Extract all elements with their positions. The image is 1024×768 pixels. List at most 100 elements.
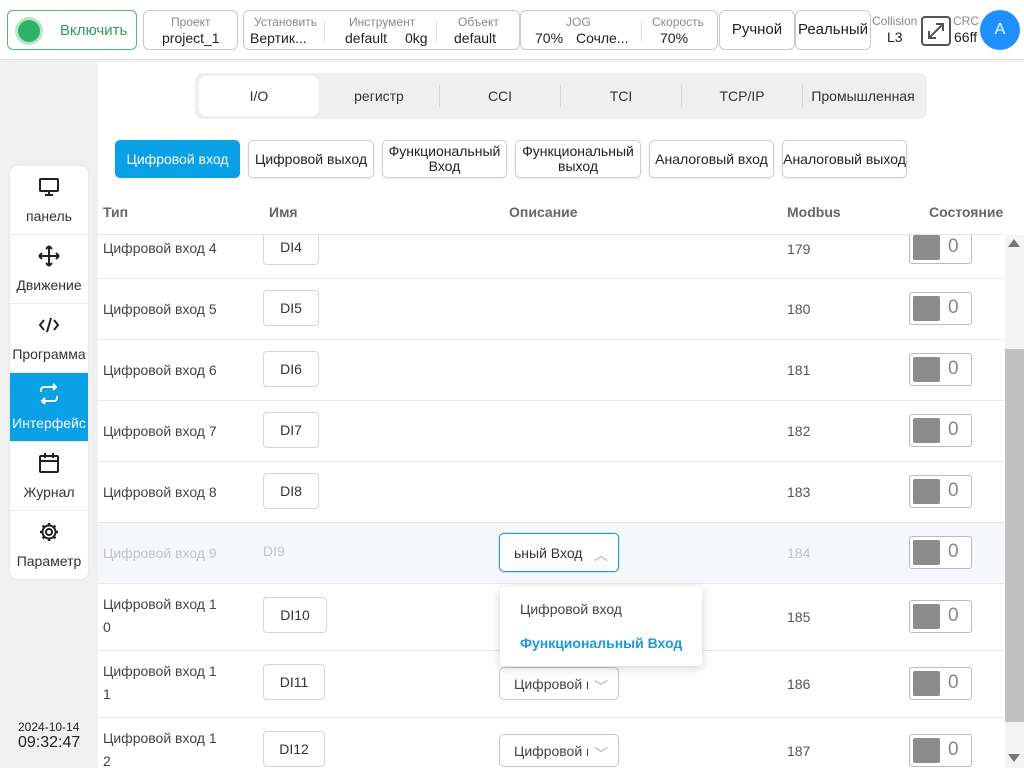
crc-label: CRC (953, 14, 979, 28)
cell-name[interactable]: DI11 (263, 664, 325, 700)
state-toggle[interactable]: 0 (909, 600, 972, 633)
cell-modbus: 183 (787, 484, 811, 500)
state-toggle[interactable]: 0 (909, 353, 972, 386)
state-toggle[interactable]: 0 (909, 414, 972, 447)
cell-name[interactable]: DI5 (263, 290, 319, 326)
state-value: 0 (948, 605, 959, 626)
cell-name[interactable]: DI12 (263, 731, 325, 767)
state-value: 0 (948, 672, 959, 693)
scroll-down-icon[interactable] (1008, 754, 1020, 762)
subtab-analog-output[interactable]: Аналоговый выход (782, 140, 907, 178)
state-value: 0 (948, 297, 959, 318)
divider (641, 21, 642, 41)
subtab-functional-input[interactable]: Функциональный Вход (382, 140, 507, 178)
clock-time: 09:32:47 (18, 734, 81, 751)
table-row: Цифровой вход 4 DI4 179 0 (98, 235, 1004, 279)
cell-name[interactable]: DI10 (263, 597, 327, 633)
jog-label: JOG (566, 15, 591, 29)
toggle-knob (913, 296, 940, 321)
state-toggle[interactable]: 0 (909, 734, 972, 767)
nav-item-panel[interactable]: панель (10, 166, 88, 235)
cell-type: Цифровой вход 5 (103, 301, 217, 317)
jog-panel[interactable]: JOG 70% Сочле... Скорость 70% (520, 10, 718, 50)
tool-value: default (345, 30, 388, 46)
subtab-analog-input[interactable]: Аналоговый вход (649, 140, 774, 178)
tab-io[interactable]: I/O (199, 76, 319, 116)
table-scrollbar[interactable] (1005, 235, 1024, 768)
config-panel[interactable]: Установить Вертик... Инструмент default … (243, 10, 520, 50)
subtab-digital-output[interactable]: Цифровой выход (248, 140, 374, 178)
cell-type: Цифровой вход 8 (103, 484, 217, 500)
state-value: 0 (948, 358, 959, 379)
crc-value: 66ff (954, 29, 978, 45)
state-toggle[interactable]: 0 (909, 475, 972, 508)
tab-tcpip[interactable]: TCP/IP (682, 76, 802, 116)
tab-register[interactable]: регистр (319, 76, 439, 116)
description-select[interactable]: Цифровой в ﹀ (499, 667, 619, 700)
nav-item-program[interactable]: Программа (10, 304, 88, 373)
toggle-knob (913, 671, 940, 696)
jog-percent: 70% (535, 30, 564, 46)
state-toggle[interactable]: 0 (909, 292, 972, 325)
table-row: Цифровой вход 6 DI6 181 0 (98, 340, 1004, 401)
cell-name[interactable]: DI7 (263, 412, 319, 448)
state-value: 0 (948, 541, 959, 562)
speed-label: Скорость (652, 15, 704, 29)
description-select[interactable]: Цифровой в ﹀ (499, 734, 619, 767)
project-value: project_1 (162, 30, 220, 46)
state-value: 0 (948, 419, 959, 440)
cell-modbus: 185 (787, 609, 811, 625)
nav-item-interface[interactable]: Интерфейс (10, 373, 88, 442)
table-row-editing: Цифровой вход 9 DI9 ьный Вход ︿ 184 0 (98, 523, 1004, 584)
user-avatar[interactable]: A (980, 10, 1020, 50)
dropdown-option-selected[interactable]: Функциональный Вход (520, 635, 682, 651)
state-toggle[interactable]: 0 (909, 667, 972, 700)
tab-tci[interactable]: TCI (561, 76, 681, 116)
tab-cci[interactable]: CCI (440, 76, 560, 116)
state-value: 0 (948, 739, 959, 760)
toggle-knob (913, 418, 940, 443)
enable-button[interactable]: Включить (7, 10, 137, 50)
cell-type: Цифровой вход 7 (103, 423, 217, 439)
nav-label: Движение (16, 277, 82, 293)
dropdown-option[interactable]: Цифровой вход (520, 601, 622, 617)
scroll-thumb[interactable] (1005, 349, 1024, 722)
swap-arrows-icon (40, 383, 58, 405)
select-value: Цифровой в (514, 743, 588, 759)
toggle-knob (913, 235, 940, 260)
subtab-functional-output[interactable]: Функциональный выход (515, 140, 641, 178)
fullscreen-icon[interactable] (921, 16, 951, 46)
cell-modbus: 187 (787, 743, 811, 759)
nav-label: Программа (12, 346, 86, 362)
install-value: Вертик... (250, 30, 307, 46)
code-icon (38, 317, 60, 333)
chevron-down-icon: ﹀ (594, 679, 608, 695)
toggle-knob (913, 738, 940, 763)
nav-item-settings[interactable]: Параметр (10, 511, 88, 579)
top-bar: Включить Проект project_1 Установить Вер… (0, 0, 1024, 60)
cell-name[interactable]: DI6 (263, 351, 319, 387)
table-row: Цифровой вход 8 DI8 183 0 (98, 462, 1004, 523)
state-toggle[interactable]: 0 (909, 235, 972, 264)
cell-type: Цифровой вход 4 (103, 240, 217, 256)
side-nav: панель Движение Программа Интерфейс Журн… (10, 166, 88, 579)
manual-mode-button[interactable]: Ручной (719, 10, 795, 50)
cell-name[interactable]: DI4 (263, 235, 319, 265)
cell-name[interactable]: DI8 (263, 473, 319, 509)
cell-modbus: 181 (787, 362, 811, 378)
nav-item-motion[interactable]: Движение (10, 235, 88, 304)
description-select[interactable]: ьный Вход ︿ (499, 533, 619, 572)
project-panel[interactable]: Проект project_1 (143, 10, 238, 50)
real-mode-button[interactable]: Реальный (795, 10, 871, 50)
tool-label: Инструмент (349, 15, 416, 29)
select-value: Цифровой в (514, 676, 588, 692)
cell-modbus: 179 (787, 241, 811, 257)
divider (436, 21, 437, 41)
scroll-up-icon[interactable] (1008, 239, 1020, 247)
tab-industrial[interactable]: Промышленная (803, 76, 923, 116)
nav-item-log[interactable]: Журнал (10, 442, 88, 511)
col-type: Тип (103, 204, 129, 220)
enable-label: Включить (60, 22, 128, 39)
subtab-digital-input[interactable]: Цифровой вход (115, 140, 240, 178)
state-toggle[interactable]: 0 (909, 536, 972, 569)
